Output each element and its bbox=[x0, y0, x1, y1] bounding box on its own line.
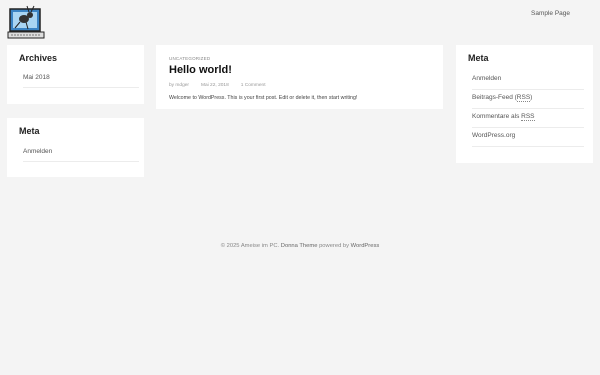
post-card: UNCATEGORIZED Hello world! by mdger Mai 2… bbox=[156, 45, 443, 109]
site-footer: © 2025 Ameise im PC. Donna Theme powered… bbox=[220, 243, 380, 249]
primary-nav: Sample Page bbox=[531, 10, 570, 17]
footer-powered-by: powered by bbox=[319, 243, 350, 249]
meta-widget-right: Meta Anmelden Beitrags-Feed (RSS) Kommen… bbox=[456, 45, 593, 163]
meta-link-kommentare-feed[interactable]: Kommentare als RSS bbox=[472, 109, 584, 128]
meta-list: Anmelden Beitrags-Feed (RSS) Kommentare … bbox=[472, 71, 584, 147]
meta-widget-title: Meta bbox=[19, 126, 40, 136]
meta-link-wordpress-org[interactable]: WordPress.org bbox=[472, 128, 584, 147]
archives-widget: Archives Mai 2018 bbox=[7, 45, 144, 104]
post-title-link[interactable]: Hello world! bbox=[169, 64, 232, 76]
meta-list: Anmelden bbox=[23, 145, 139, 162]
meta-widget-title: Meta bbox=[468, 53, 489, 63]
archives-list: Mai 2018 bbox=[23, 71, 139, 88]
meta-link-beitrags-feed[interactable]: Beitrags-Feed (RSS) bbox=[472, 90, 584, 109]
post-comments-link[interactable]: 1 Comment bbox=[241, 83, 266, 88]
archives-widget-title: Archives bbox=[19, 53, 58, 63]
meta-link-anmelden[interactable]: Anmelden bbox=[472, 71, 584, 90]
footer-wordpress-link[interactable]: WordPress bbox=[351, 243, 380, 249]
nav-item-sample-page[interactable]: Sample Page bbox=[531, 10, 570, 17]
meta-widget-left: Meta Anmelden bbox=[7, 118, 144, 177]
footer-copyright: © 2025 Ameise im PC bbox=[220, 243, 278, 249]
post-excerpt: Welcome to WordPress. This is your first… bbox=[169, 95, 358, 101]
post-author-link[interactable]: by mdger bbox=[169, 83, 189, 88]
archive-link-mai-2018[interactable]: Mai 2018 bbox=[23, 71, 139, 88]
post-date-link[interactable]: Mai 22, 2018 bbox=[201, 83, 229, 88]
site-logo[interactable] bbox=[6, 4, 48, 40]
footer-theme-link[interactable]: Donna Theme bbox=[281, 243, 318, 249]
post-meta: by mdger Mai 22, 2018 1 Comment bbox=[169, 83, 266, 88]
ant-at-computer-logo-icon bbox=[7, 5, 45, 39]
meta-link-anmelden[interactable]: Anmelden bbox=[23, 145, 139, 162]
post-category-link[interactable]: UNCATEGORIZED bbox=[169, 56, 210, 61]
